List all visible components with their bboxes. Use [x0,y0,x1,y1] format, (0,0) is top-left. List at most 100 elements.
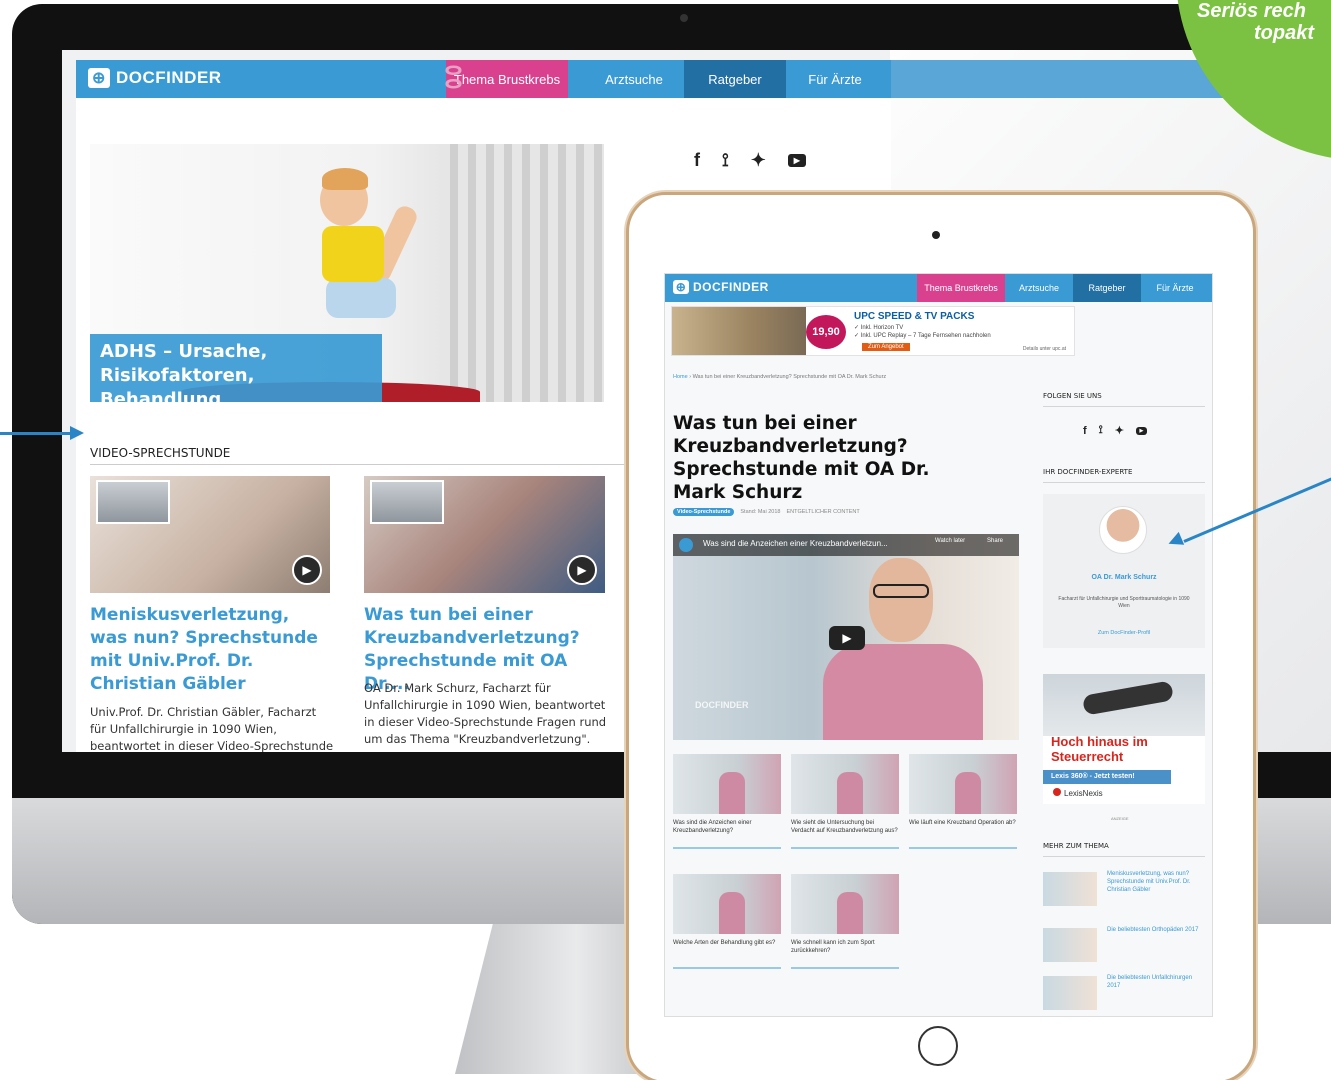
related-article[interactable]: Meniskusverletzung, was nun? Sprechstund… [1043,870,1205,914]
doctor-figure [823,644,983,740]
video-thumb[interactable]: Wie schnell kann ich zum Sport zurückkeh… [791,874,899,969]
play-icon[interactable]: ▶ [292,555,322,585]
sidebar-divider [1043,856,1205,857]
facebook-icon[interactable]: f [1083,425,1087,437]
video-thumb[interactable]: Welche Arten der Behandlung gibt es? [673,874,781,969]
expert-card[interactable]: OA Dr. Mark Schurz Facharzt für Unfallch… [1043,494,1205,648]
section-title: VIDEO-SPRECHSTUNDE [90,446,231,460]
category-tag[interactable]: Video-Sprechstunde [673,508,735,516]
nav-fuer-aerzte[interactable]: Für Ärzte [792,60,878,98]
follow-title: FOLGEN SIE UNS [1043,392,1102,400]
thumb-underline [673,847,781,849]
docfinder-logo[interactable]: ⊕ DocFinder [88,68,222,88]
twitter-icon[interactable]: ✦ [1115,424,1124,437]
tablet-screen: ⊕ DocFinder Thema Brustkrebs Arztsuche R… [664,273,1213,1017]
article-headline: Was tun bei einer Kreuzbandverletzung? S… [673,413,930,503]
related-article-image [1043,928,1097,962]
rss-icon[interactable]: ⟟ [722,150,729,171]
article-meta: Video-Sprechstunde Stand: Mai 2018 ENTGE… [673,508,860,516]
card-title[interactable]: Meniskusverletzung, was nun? Sprechstund… [90,604,330,696]
video-thumb-image [909,754,1017,814]
video-thumb[interactable]: Wie läuft eine Kreuzband Operation ab? [909,754,1017,849]
kid-hair-graphic [322,168,368,190]
imac-camera [680,14,688,22]
lexisnexis-logo-icon [1053,788,1061,796]
play-icon[interactable]: ▶ [567,555,597,585]
facebook-icon[interactable]: f [694,150,700,171]
video-thumb-image [791,754,899,814]
doctor-inset [370,480,444,524]
plus-box-icon: ⊕ [88,68,110,88]
pink-ribbon-icon: ⵓ [444,62,463,95]
related-article[interactable]: Die beliebtesten Orthopäden 2017 [1043,926,1205,970]
share-button[interactable]: Share [987,538,1003,544]
video-title[interactable]: Was sind die Anzeichen einer Kreuzbandve… [703,539,923,548]
related-article-image [1043,976,1097,1010]
social-icons: f ⟟ ✦ ▶ [1083,424,1147,437]
mockup-stage: ⊕ DocFinder Thema Brustkrebs ⵓ Arztsuche… [0,0,1331,1080]
desktop-nav-bar: ⊕ DocFinder Thema Brustkrebs ⵓ Arztsuche… [76,60,891,98]
social-icons: f ⟟ ✦ ▶ [694,150,806,171]
logo-text: DocFinder [693,280,769,294]
upc-ad-banner[interactable]: 19,90 UPC SPEED & TV PACKS ✓ Inkl. Horiz… [671,306,1075,356]
breadcrumb-home[interactable]: Home [673,374,688,380]
twitter-icon[interactable]: ✦ [751,150,766,171]
ad-price-badge: 19,90 [806,315,846,349]
thumb-underline [673,967,781,969]
ad-headline: Hoch hinaus im Steuerrecht [1051,734,1148,764]
hero-caption[interactable]: ADHS – Ursache, Risikofaktoren, Behandlu… [90,334,382,402]
nav-arztsuche[interactable]: Arztsuche [598,60,670,98]
expert-profile-link[interactable]: Zum DocFinder-Profil [1043,630,1205,636]
video-thumb-caption: Wie sieht die Untersuchung bei Verdacht … [791,820,898,834]
thumb-underline [791,847,899,849]
ipad-home-button [918,1026,958,1066]
card-teaser: Univ.Prof. Dr. Christian Gäbler, Facharz… [90,705,334,752]
ad-features: ✓ Inkl. Horizon TV ✓ Inkl. UPC Replay – … [854,324,994,340]
sidebar-divider [1043,406,1205,407]
expert-avatar [1099,506,1147,554]
nav-arztsuche[interactable]: Arztsuche [1010,274,1068,302]
ad-cta-button[interactable]: Lexis 360® - Jetzt testen! [1043,770,1171,784]
nav-thema-brustkrebs[interactable]: Thema Brustkrebs [917,274,1005,302]
ad-feature-line: ✓ Inkl. UPC Replay – 7 Tage Fernsehen na… [854,333,991,339]
video-thumbnail[interactable]: ▶ [90,476,330,593]
article-date: Stand: Mai 2018 [740,509,781,515]
video-watermark: DOCFINDER [695,700,749,710]
related-article-title[interactable]: Meniskusverletzung, was nun? Sprechstund… [1107,870,1205,894]
related-article-title[interactable]: Die beliebtesten Orthopäden 2017 [1107,926,1205,934]
video-thumb[interactable]: Was sind die Anzeichen einer Kreuzbandve… [673,754,781,849]
nav-ratgeber[interactable]: Ratgeber [1073,274,1141,302]
related-article[interactable]: Die beliebtesten Unfallchirurgen 2017 [1043,974,1205,1016]
sidebar-divider [1043,482,1205,483]
glasses-graphic [873,584,929,598]
more-title: MEHR ZUM THEMA [1043,842,1109,850]
video-player[interactable]: Was sind die Anzeichen einer Kreuzbandve… [673,534,1019,740]
youtube-icon[interactable]: ▶ [787,154,806,167]
video-thumbnail[interactable]: ▶ [364,476,605,593]
video-thumb[interactable]: Wie sieht die Untersuchung bei Verdacht … [791,754,899,849]
expert-description: Facharzt für Unfallchirurgie und Sporttr… [1058,596,1190,609]
ad-title: UPC SPEED & TV PACKS [854,311,975,322]
ad-cta-button[interactable]: Zum Angebot [862,343,910,351]
ad-brand-name: LexisNexis [1064,789,1103,798]
docfinder-logo[interactable]: ⊕ DocFinder [673,280,769,294]
video-thumb-caption: Was sind die Anzeichen einer Kreuzbandve… [673,820,752,834]
promo-text-line: Seriös rech [1197,0,1306,22]
hero-image[interactable]: ADHS – Ursache, Risikofaktoren, Behandlu… [90,144,604,402]
watch-later-button[interactable]: Watch later [935,538,965,544]
youtube-icon[interactable]: ▶ [1135,426,1147,435]
card-teaser: OA Dr. Mark Schurz, Facharzt für Unfallc… [364,681,607,746]
play-icon[interactable]: ▶ [829,626,865,650]
nav-ratgeber[interactable]: Ratgeber [684,60,786,98]
related-article-title[interactable]: Die beliebtesten Unfallchirurgen 2017 [1107,974,1205,990]
related-article-image [1043,872,1097,906]
rss-icon[interactable]: ⟟ [1099,424,1103,437]
expert-name[interactable]: OA Dr. Mark Schurz [1043,574,1205,581]
lexisnexis-ad[interactable]: Hoch hinaus im Steuerrecht Lexis 360® - … [1043,674,1205,804]
nav-fuer-aerzte[interactable]: Für Ärzte [1145,274,1205,302]
ad-feature-line: ✓ Inkl. Horizon TV [854,325,904,331]
ad-photo [672,307,806,355]
video-thumb-caption: Wie schnell kann ich zum Sport zurückkeh… [791,940,875,954]
nav-thema-brustkrebs[interactable]: Thema Brustkrebs [446,60,568,98]
channel-avatar-icon[interactable] [679,538,693,552]
